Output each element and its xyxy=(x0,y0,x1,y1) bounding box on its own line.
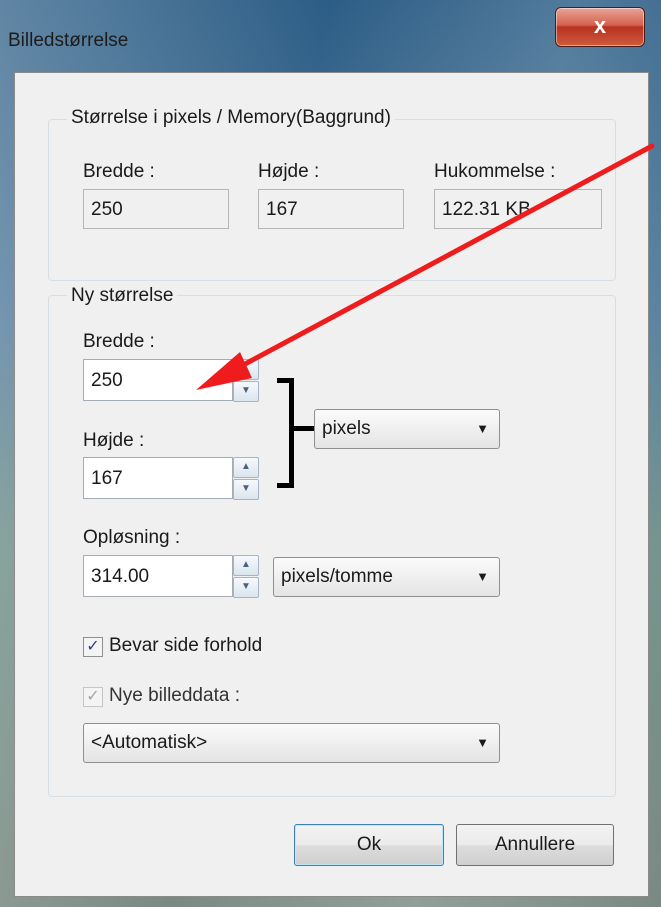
annotation-arrow xyxy=(196,143,655,390)
annotation-arrow-head xyxy=(196,352,252,390)
annotation-arrow-line xyxy=(229,143,655,374)
window-frame: Billedstørrelse x Størrelse i pixels / M… xyxy=(0,0,661,907)
